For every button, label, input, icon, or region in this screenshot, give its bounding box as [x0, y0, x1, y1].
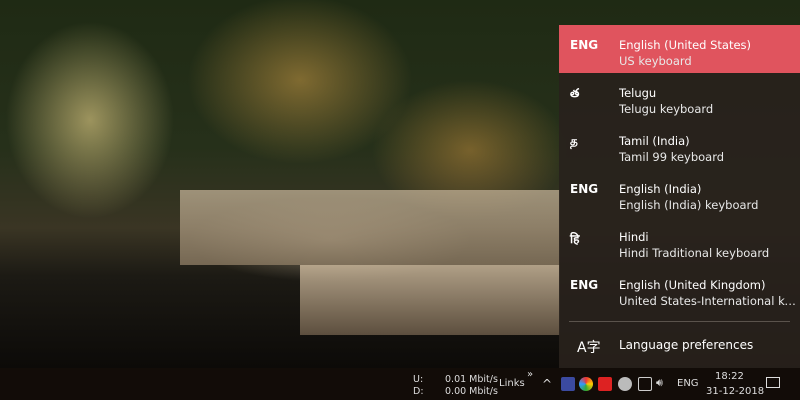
language-abbr: ENG — [570, 278, 599, 292]
links-toolbar[interactable]: Links — [499, 378, 525, 389]
show-hidden-icons-button[interactable]: ^ — [542, 377, 552, 391]
language-name: Telugu — [619, 86, 657, 100]
language-name: Hindi — [619, 230, 649, 244]
keyboard-name: Telugu keyboard — [619, 102, 714, 116]
volume-icon[interactable]: 🔊︎ — [656, 376, 663, 390]
links-expand-button[interactable]: » — [527, 369, 533, 380]
language-item-hindi[interactable]: हि Hindi Hindi Traditional keyboard — [559, 217, 800, 265]
network-icon[interactable] — [638, 377, 652, 391]
language-abbr: ENG — [570, 182, 599, 196]
language-item-en-gb[interactable]: ENG English (United Kingdom) United States… — [559, 265, 800, 313]
keyboard-name: English (India) keyboard — [619, 198, 759, 212]
language-item-tamil[interactable]: த Tamil (India) Tamil 99 keyboard — [559, 121, 800, 169]
language-abbr: త — [570, 86, 580, 100]
language-item-en-us[interactable]: ENG English (United States) US keyboard — [559, 25, 800, 73]
language-preferences-icon: A字 — [577, 340, 601, 356]
language-name: English (United States) — [619, 38, 752, 52]
language-flyout: ENG English (United States) US keyboard త T… — [559, 25, 800, 368]
clock-date[interactable]: 31-12-2018 — [706, 386, 764, 397]
upload-label: U: — [413, 374, 424, 385]
wallpaper-building — [180, 190, 560, 265]
language-name: English (United Kingdom) — [619, 278, 766, 292]
language-name: Tamil (India) — [619, 134, 690, 148]
language-name: English (India) — [619, 182, 702, 196]
keyboard-name: United States-International keyboard — [619, 294, 799, 308]
action-center-icon[interactable] — [766, 377, 780, 388]
download-speed: 0.00 Mbit/s — [445, 386, 498, 397]
keyboard-name: Hindi Traditional keyboard — [619, 246, 770, 260]
download-label: D: — [413, 386, 424, 397]
language-preferences-label: Language preferences — [619, 338, 754, 352]
language-abbr: ENG — [570, 38, 599, 52]
keyboard-name: US keyboard — [619, 54, 692, 68]
taskbar: U: D: 0.01 Mbit/s 0.00 Mbit/s Links » ^ … — [0, 368, 800, 400]
language-item-en-in[interactable]: ENG English (India) English (India) keyboa… — [559, 169, 800, 217]
language-abbr: हि — [570, 232, 580, 246]
keyboard-name: Tamil 99 keyboard — [619, 150, 725, 164]
app-tray-icon[interactable] — [561, 377, 575, 391]
input-language-button[interactable]: ENG — [677, 378, 699, 389]
cc-tray-icon[interactable] — [598, 377, 612, 391]
browser-tray-icon[interactable] — [579, 377, 593, 391]
language-abbr: த — [570, 134, 578, 148]
cloud-sync-icon[interactable] — [618, 377, 632, 391]
clock-time[interactable]: 18:22 — [715, 371, 744, 382]
wallpaper-boat — [300, 265, 560, 335]
language-item-telugu[interactable]: త Telugu Telugu keyboard — [559, 73, 800, 121]
upload-speed: 0.01 Mbit/s — [445, 374, 498, 385]
language-preferences-link[interactable]: A字 Language preferences — [559, 327, 800, 363]
divider — [569, 321, 790, 322]
